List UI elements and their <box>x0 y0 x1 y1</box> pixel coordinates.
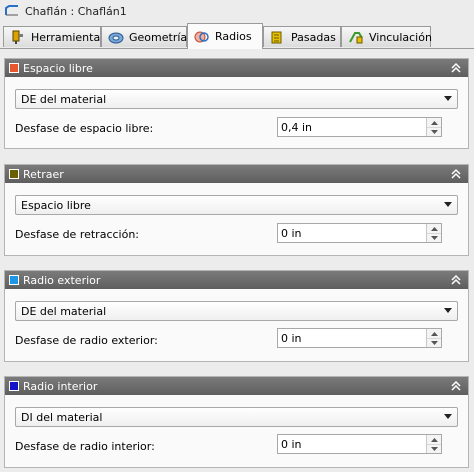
arrow-up-icon <box>430 331 438 336</box>
retraccion-offset-stepper[interactable] <box>277 223 442 243</box>
radii-icon <box>194 31 209 42</box>
radio-interior-select[interactable]: DI del material <box>15 407 458 427</box>
panel-espacio-libre: Espacio libre DE del material Desfase de… <box>4 58 469 149</box>
panel-header[interactable]: Radio interior <box>5 377 468 395</box>
panel-radio-interior: Radio interior DI del material Desfase d… <box>4 376 469 468</box>
panel-retraer: Retraer Espacio libre Desfase de retracc… <box>4 164 469 256</box>
arrow-down-icon <box>430 447 438 451</box>
tab-herramienta[interactable]: Herramienta <box>3 26 101 47</box>
panel-title: Radio exterior <box>23 273 101 287</box>
panel-header[interactable]: Espacio libre <box>5 59 468 77</box>
spin-down-button[interactable] <box>427 444 441 453</box>
arrow-down-icon <box>430 236 438 240</box>
tab-label: Pasadas <box>291 30 336 44</box>
arrow-down-icon <box>430 341 438 345</box>
tab-vinculacion[interactable]: Vinculación <box>341 26 432 47</box>
spin-buttons <box>426 435 441 453</box>
radio-exterior-offset-stepper[interactable] <box>277 328 442 348</box>
panel-header[interactable]: Retraer <box>5 165 468 183</box>
linking-icon <box>349 32 363 44</box>
collapse-icon[interactable] <box>449 167 463 181</box>
field-label: Desfase de radio interior: <box>15 440 155 453</box>
spin-buttons <box>426 118 441 136</box>
panel-title: Retraer <box>23 167 64 181</box>
espacio-libre-offset-input[interactable] <box>281 120 421 134</box>
tab-radios[interactable]: Radios <box>187 23 263 49</box>
tab-label: Geometría <box>129 30 188 44</box>
arrow-up-icon <box>430 226 438 231</box>
collapse-icon[interactable] <box>449 379 463 393</box>
spin-down-button[interactable] <box>427 233 441 242</box>
radio-exterior-select[interactable]: DE del material <box>15 301 458 321</box>
tool-icon <box>12 30 23 44</box>
tab-bar: Herramienta Geometría Radios Pasadas Vin… <box>0 22 474 49</box>
radio-exterior-offset-input[interactable] <box>281 331 421 345</box>
dropdown-arrow-icon <box>444 202 452 207</box>
spin-down-button[interactable] <box>427 127 441 136</box>
select-value: Espacio libre <box>21 198 91 212</box>
spin-up-button[interactable] <box>427 118 441 127</box>
geometry-icon <box>108 32 124 44</box>
arrow-down-icon <box>430 130 438 134</box>
select-value: DE del material <box>21 92 107 106</box>
tab-label: Vinculación <box>369 30 432 44</box>
color-swatch <box>9 275 19 285</box>
panel-header[interactable]: Radio exterior <box>5 271 468 289</box>
color-swatch <box>9 63 19 73</box>
retraer-select[interactable]: Espacio libre <box>15 195 458 215</box>
spin-buttons <box>426 224 441 242</box>
espacio-libre-select[interactable]: DE del material <box>15 89 458 109</box>
color-swatch <box>9 169 19 179</box>
color-swatch <box>9 381 19 391</box>
field-label: Desfase de espacio libre: <box>15 122 154 135</box>
field-label: Desfase de radio exterior: <box>15 334 158 347</box>
panel-title: Espacio libre <box>23 61 93 75</box>
espacio-libre-offset-stepper[interactable] <box>277 117 442 137</box>
spin-up-button[interactable] <box>427 224 441 233</box>
dropdown-arrow-icon <box>444 96 452 101</box>
tab-pasadas[interactable]: Pasadas <box>263 26 341 47</box>
spin-buttons <box>426 329 441 347</box>
retraccion-offset-input[interactable] <box>281 226 421 240</box>
title-bar: Chaflán : Chaflán1 <box>0 0 474 22</box>
collapse-icon[interactable] <box>449 61 463 75</box>
panel-radio-exterior: Radio exterior DE del material Desfase d… <box>4 270 469 362</box>
select-value: DI del material <box>21 410 103 424</box>
spin-up-button[interactable] <box>427 435 441 444</box>
dropdown-arrow-icon <box>444 308 452 313</box>
arrow-up-icon <box>430 120 438 125</box>
tab-label: Radios <box>215 30 252 43</box>
panel-title: Radio interior <box>23 379 98 393</box>
radio-interior-offset-stepper[interactable] <box>277 434 442 454</box>
collapse-icon[interactable] <box>449 273 463 287</box>
dropdown-arrow-icon <box>444 414 452 419</box>
spin-up-button[interactable] <box>427 329 441 338</box>
tab-geometria[interactable]: Geometría <box>101 26 187 47</box>
passes-icon <box>271 31 282 44</box>
window-title: Chaflán : Chaflán1 <box>25 4 127 18</box>
radio-interior-offset-input[interactable] <box>281 437 421 451</box>
select-value: DE del material <box>21 304 107 318</box>
chamfer-icon <box>5 5 18 16</box>
arrow-up-icon <box>430 437 438 442</box>
spin-down-button[interactable] <box>427 338 441 347</box>
tab-label: Herramienta <box>31 30 101 44</box>
field-label: Desfase de retracción: <box>15 228 140 241</box>
